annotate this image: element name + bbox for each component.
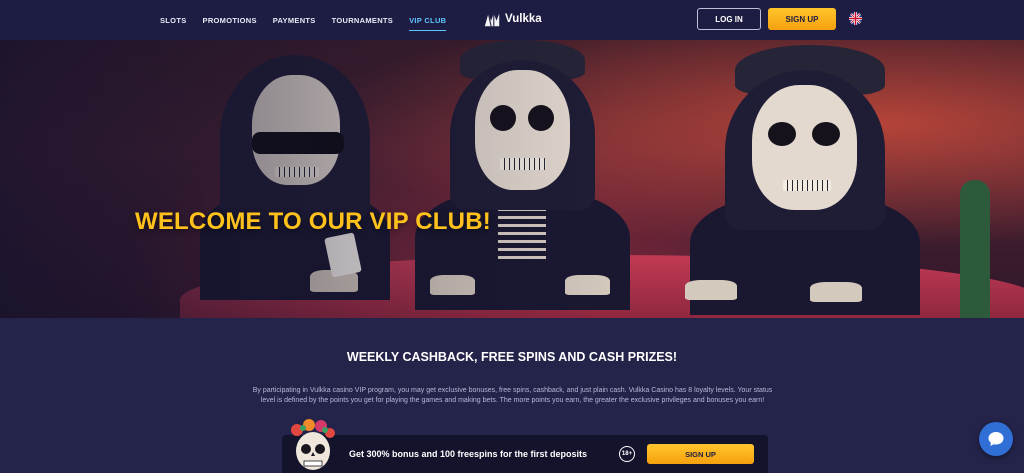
uk-flag-icon[interactable] — [849, 12, 862, 25]
promo-signup-button[interactable]: SIGN UP — [647, 444, 754, 464]
site-header: SLOTS PROMOTIONS PAYMENTS TOURNAMENTS VI… — [0, 0, 1024, 40]
logo-text: Vulkka — [505, 13, 542, 25]
hero-title: WELCOME TO OUR VIP CLUB! — [135, 208, 491, 235]
main-nav: SLOTS PROMOTIONS PAYMENTS TOURNAMENTS VI… — [160, 0, 447, 40]
nav-item-vip-club[interactable]: VIP CLUB — [409, 12, 447, 31]
section-title: WEEKLY CASHBACK, FREE SPINS AND CASH PRI… — [346, 350, 678, 364]
logo[interactable]: Vulkka — [483, 10, 542, 28]
nav-item-promotions[interactable]: PROMOTIONS — [203, 12, 257, 29]
promo-text: Get 300% bonus and 100 freespins for the… — [349, 449, 588, 459]
chat-bubble-icon — [988, 432, 1004, 446]
hero-banner: WELCOME TO OUR VIP CLUB! — [0, 40, 1024, 318]
signup-button[interactable]: SIGN UP — [768, 8, 836, 30]
age-restriction-badge: 18+ — [619, 446, 635, 462]
login-button[interactable]: LOG IN — [697, 8, 761, 30]
nav-item-slots[interactable]: SLOTS — [160, 12, 187, 29]
logo-mark-icon — [484, 13, 500, 27]
nav-item-payments[interactable]: PAYMENTS — [273, 12, 316, 29]
promo-skull-image — [287, 418, 337, 473]
nav-item-tournaments[interactable]: TOURNAMENTS — [332, 12, 394, 29]
chat-button[interactable] — [979, 422, 1013, 456]
section-description: By participating in Vulkka casino VIP pr… — [252, 387, 773, 404]
